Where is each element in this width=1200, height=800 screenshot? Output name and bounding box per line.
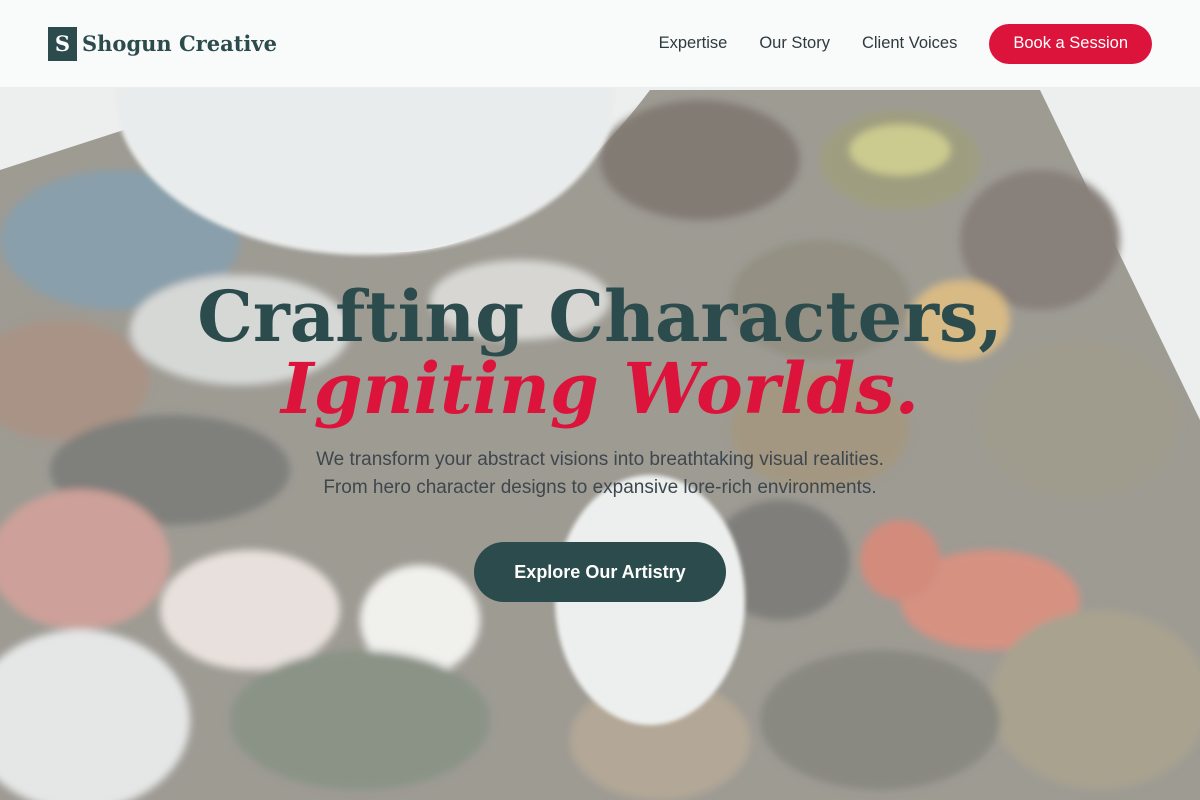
hero-section: Crafting Characters, Igniting Worlds. We…: [0, 0, 1200, 800]
hero-headline-line1: Crafting Characters,: [197, 275, 1003, 358]
explore-artistry-button[interactable]: Explore Our Artistry: [474, 542, 726, 602]
hero-headline-line2: Igniting Worlds.: [280, 347, 920, 430]
hero-subhead-line2: From hero character designs to expansive…: [323, 477, 877, 498]
hero-subhead-line1: We transform your abstract visions into …: [316, 449, 884, 470]
